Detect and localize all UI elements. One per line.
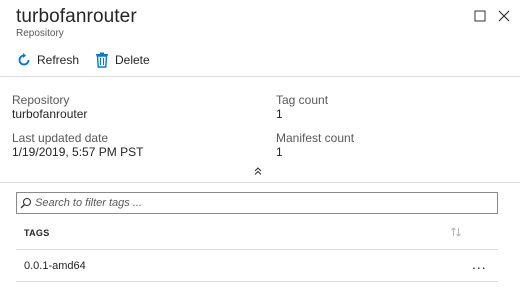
collapse-essentials-button[interactable] <box>252 165 264 177</box>
table-header-row: TAGS <box>16 214 498 250</box>
blade-title: turbofanrouter <box>16 6 137 27</box>
tag-filter-box <box>16 192 498 214</box>
chevron-double-up-icon <box>254 167 262 175</box>
blade-subtitle: Repository <box>16 28 64 39</box>
tag-filter-input[interactable] <box>35 197 490 209</box>
manifest-count-label: Manifest count <box>276 131 355 145</box>
essentials-panel: Repository turbofanrouter Last updated d… <box>0 77 520 183</box>
tag-count-label: Tag count <box>276 93 329 107</box>
repository-property: Repository turbofanrouter <box>12 93 87 121</box>
tags-column-header[interactable]: TAGS <box>24 228 50 238</box>
last-updated-label: Last updated date <box>12 131 109 145</box>
manifest-count-value: 1 <box>276 145 283 159</box>
repository-label: Repository <box>12 93 70 107</box>
refresh-label: Refresh <box>37 53 80 67</box>
manifest-count-property: Manifest count 1 <box>276 131 354 159</box>
tag-count-property: Tag count 1 <box>276 93 328 121</box>
maximize-button[interactable] <box>472 8 488 24</box>
table-row[interactable]: 0.0.1-amd64 ... <box>16 250 498 282</box>
tag-name-cell[interactable]: 0.0.1-amd64 <box>24 260 86 272</box>
tags-table: TAGS 0.0.1-amd64 ... <box>16 214 498 282</box>
tag-count-value: 1 <box>276 107 283 121</box>
refresh-icon <box>16 52 32 68</box>
delete-button[interactable]: Delete <box>94 50 150 70</box>
more-actions-button[interactable]: ... <box>472 256 490 274</box>
trash-icon <box>94 52 110 68</box>
refresh-button[interactable]: Refresh <box>16 50 79 70</box>
search-icon <box>17 193 35 213</box>
repository-value: turbofanrouter <box>12 107 88 121</box>
close-icon <box>498 10 510 22</box>
delete-label: Delete <box>115 53 150 67</box>
blade-header: turbofanrouter Repository <box>0 0 520 42</box>
last-updated-property: Last updated date 1/19/2019, 5:57 PM PST <box>12 131 143 159</box>
last-updated-value: 1/19/2019, 5:57 PM PST <box>12 145 144 159</box>
command-bar: Refresh Delete <box>0 42 520 77</box>
maximize-icon <box>474 10 486 22</box>
close-button[interactable] <box>496 8 512 24</box>
sort-icon[interactable] <box>450 226 462 238</box>
